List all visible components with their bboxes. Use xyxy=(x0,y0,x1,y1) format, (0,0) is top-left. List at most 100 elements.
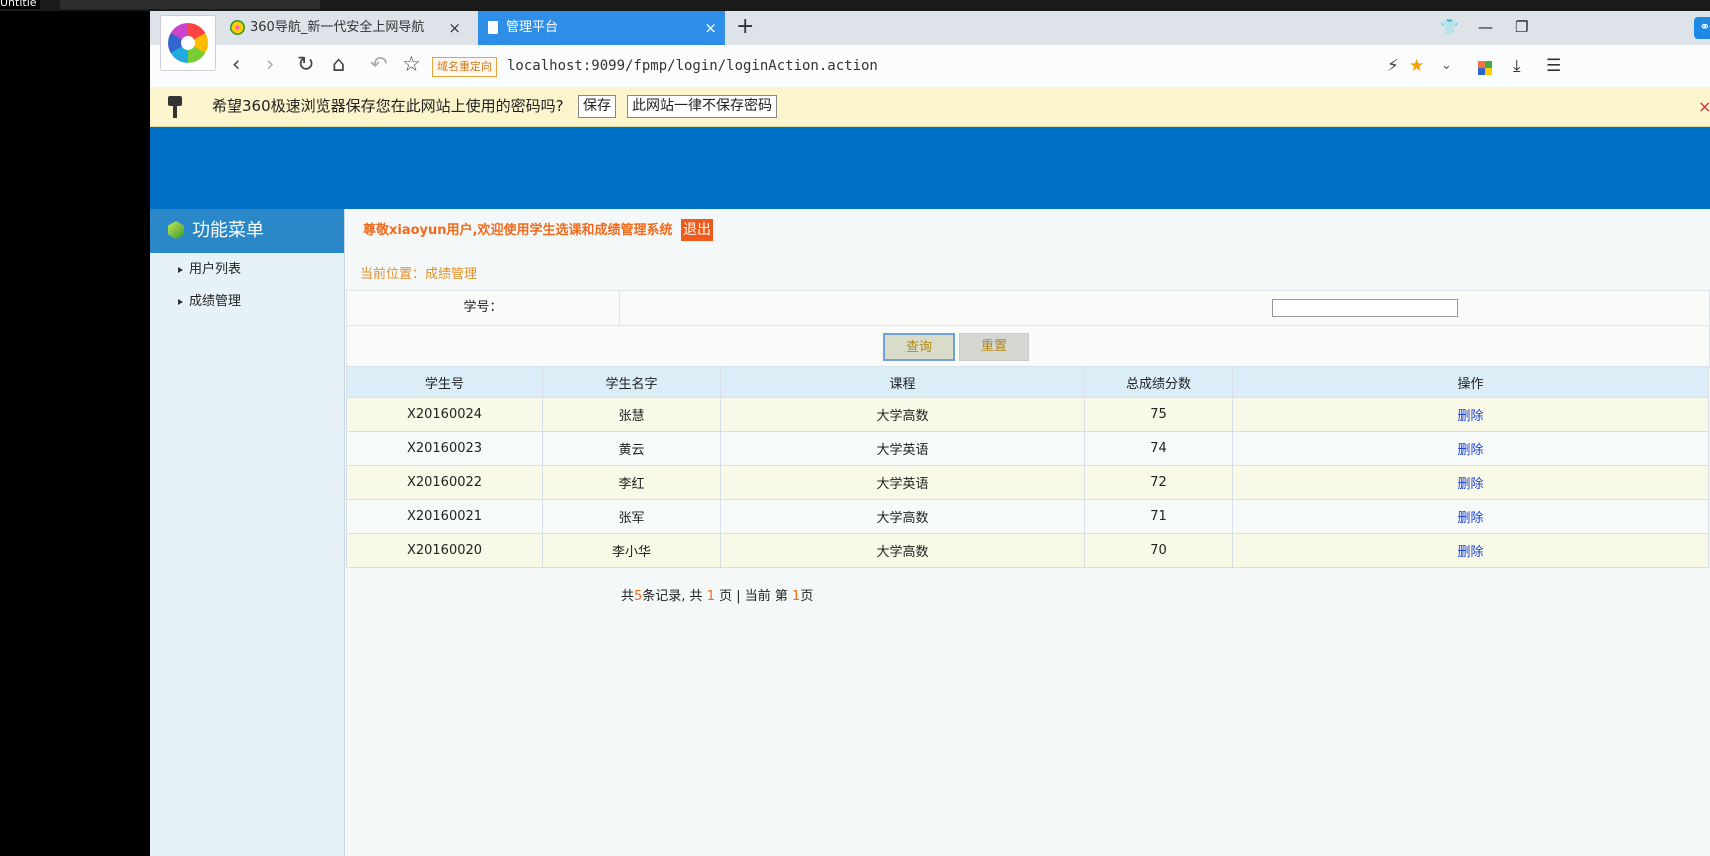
undo-close-button[interactable]: ↶ xyxy=(370,49,388,79)
save-password-button[interactable]: 保存 xyxy=(578,95,616,118)
score-cell: 72 xyxy=(1084,465,1233,500)
search-label-cell: 学号： xyxy=(347,291,620,326)
tab-close-icon[interactable]: × xyxy=(448,11,461,45)
reset-button[interactable]: 重置 xyxy=(959,333,1029,361)
pager-text: 条记录, 共 xyxy=(642,589,707,604)
student-name-cell: 张慧 xyxy=(542,397,721,432)
logout-button[interactable]: 退出 xyxy=(681,219,713,241)
table-row: X20160024 张慧 大学高数 75 删除 xyxy=(346,397,1709,432)
never-save-password-button[interactable]: 此网站一律不保存密码 xyxy=(627,95,777,118)
student-id-cell: X20160020 xyxy=(346,533,543,568)
course-cell: 大学高数 xyxy=(720,397,1085,432)
forward-button[interactable]: › xyxy=(266,49,274,79)
column-header: 总成绩分数 xyxy=(1084,366,1233,398)
password-prompt-text: 希望360极速浏览器保存您在此网站上使用的密码吗? xyxy=(212,97,564,115)
student-id-cell: X20160024 xyxy=(346,397,543,432)
search-form: 学号： 查询 重置 xyxy=(346,290,1710,368)
sidebar-item-label: 用户列表 xyxy=(189,262,242,277)
tab-strip: 360导航_新一代安全上网导航 × 管理平台 × + 👕 — ❐ ⚭ xyxy=(150,11,1710,71)
student-name-cell: 黄云 xyxy=(542,431,721,466)
column-header: 操作 xyxy=(1232,366,1709,398)
password-save-bar: 希望360极速浏览器保存您在此网站上使用的密码吗? 保存 此网站一律不保存密码 … xyxy=(150,87,1710,127)
column-header: 课程 xyxy=(720,366,1085,398)
delete-link[interactable]: 删除 xyxy=(1232,533,1709,568)
query-button[interactable]: 查询 xyxy=(883,333,955,361)
delete-link[interactable]: 删除 xyxy=(1232,431,1709,466)
main-panel: 尊敬xiaoyun用户,欢迎使用学生选课和成绩管理系统 退出 当前位置：成绩管理… xyxy=(345,209,1710,856)
menu-icon[interactable]: ☰ xyxy=(1546,53,1561,79)
desktop-title: Untitle xyxy=(0,0,40,9)
close-icon[interactable]: × xyxy=(1698,87,1710,126)
student-id-input[interactable] xyxy=(1272,299,1458,317)
triangle-right-icon xyxy=(178,266,183,273)
sidebar-item-grade-management[interactable]: 成绩管理 xyxy=(178,291,241,313)
browser-window: 360导航_新一代安全上网导航 × 管理平台 × + 👕 — ❐ ⚭ ‹ › ↻… xyxy=(150,11,1710,856)
table-row: X20160022 李红 大学英语 72 删除 xyxy=(346,465,1709,500)
pager-text: 页 xyxy=(800,589,814,604)
course-cell: 大学高数 xyxy=(720,499,1085,534)
student-id-cell: X20160021 xyxy=(346,499,543,534)
grades-table: 学生号 学生名字 课程 总成绩分数 操作 X20160024 张慧 大学高数 7 xyxy=(346,366,1709,568)
menu-gem-icon xyxy=(168,221,184,239)
welcome-text: 尊敬xiaoyun用户,欢迎使用学生选课和成绩管理系统 xyxy=(363,223,673,238)
table-row: X20160023 黄云 大学英语 74 删除 xyxy=(346,431,1709,466)
page-icon xyxy=(488,21,498,34)
sidebar-item-label: 成绩管理 xyxy=(189,294,242,309)
page-count: 1 xyxy=(706,589,715,604)
tab-admin-platform[interactable]: 管理平台 × xyxy=(478,11,725,45)
course-cell: 大学英语 xyxy=(720,431,1085,466)
back-button[interactable]: ‹ xyxy=(232,49,240,79)
minimize-button[interactable]: — xyxy=(1478,11,1493,43)
page-content: 功能菜单 用户列表 成绩管理 尊敬xiaoyun用户,欢迎使用学生选课和成绩管理… xyxy=(150,127,1710,856)
reload-button[interactable]: ↻ xyxy=(297,49,315,79)
url-input[interactable]: localhost:9099/fpmp/login/loginAction.ac… xyxy=(507,53,878,79)
chevron-down-icon[interactable]: ⌄ xyxy=(1441,53,1452,79)
tab-close-icon[interactable]: × xyxy=(704,11,717,45)
delete-link[interactable]: 删除 xyxy=(1232,397,1709,432)
column-header: 学生号 xyxy=(346,366,543,398)
student-name-cell: 李小华 xyxy=(542,533,721,568)
tab-360-nav[interactable]: 360导航_新一代安全上网导航 × xyxy=(222,11,469,45)
search-input-cell xyxy=(619,291,1709,326)
flash-icon[interactable]: ⚡ xyxy=(1387,53,1399,79)
key-icon xyxy=(168,96,182,118)
table-row: X20160021 张军 大学高数 71 删除 xyxy=(346,499,1709,534)
student-id-label: 学号： xyxy=(463,300,503,315)
triangle-right-icon xyxy=(178,298,183,305)
360-favicon-icon xyxy=(230,20,245,35)
browser-logo-icon[interactable] xyxy=(160,15,216,71)
pager-text: 共 xyxy=(621,589,635,604)
score-cell: 71 xyxy=(1084,499,1233,534)
favorite-star-icon[interactable]: ★ xyxy=(1409,53,1424,79)
delete-link[interactable]: 删除 xyxy=(1232,465,1709,500)
sidebar: 功能菜单 用户列表 成绩管理 xyxy=(150,209,345,856)
new-tab-button[interactable]: + xyxy=(736,11,754,43)
sidebar-toggle-icon[interactable]: ⚭ xyxy=(1694,17,1710,39)
score-cell: 70 xyxy=(1084,533,1233,568)
restore-button[interactable]: ❐ xyxy=(1515,11,1528,43)
sidebar-item-user-list[interactable]: 用户列表 xyxy=(178,259,241,281)
header-banner xyxy=(150,127,1710,209)
column-header: 学生名字 xyxy=(542,366,721,398)
score-cell: 74 xyxy=(1084,431,1233,466)
tab-label: 360导航_新一代安全上网导航 xyxy=(250,20,425,35)
desktop-taskbar-blur xyxy=(60,0,320,9)
skin-icon[interactable]: 👕 xyxy=(1440,11,1459,43)
student-name-cell: 张军 xyxy=(542,499,721,534)
apps-grid-icon[interactable] xyxy=(1478,61,1492,75)
bookmark-star-icon[interactable]: ☆ xyxy=(402,49,421,79)
sidebar-title: 功能菜单 xyxy=(192,220,264,241)
home-button[interactable]: ⌂ xyxy=(332,49,345,79)
domain-redirect-badge[interactable]: 域名重定向 xyxy=(432,57,497,77)
table-row: X20160020 李小华 大学高数 70 删除 xyxy=(346,533,1709,568)
student-id-cell: X20160023 xyxy=(346,431,543,466)
course-cell: 大学英语 xyxy=(720,465,1085,500)
pagination-info: 共5条记录, 共 1 页 | 当前 第 1页 xyxy=(621,585,813,604)
table-header-row: 学生号 学生名字 课程 总成绩分数 操作 xyxy=(346,366,1709,398)
score-cell: 75 xyxy=(1084,397,1233,432)
student-id-cell: X20160022 xyxy=(346,465,543,500)
sidebar-header: 功能菜单 xyxy=(150,209,344,253)
delete-link[interactable]: 删除 xyxy=(1232,499,1709,534)
download-icon[interactable]: ⤓ xyxy=(1513,53,1521,79)
desktop-titlebar: Untitle xyxy=(0,0,1710,11)
